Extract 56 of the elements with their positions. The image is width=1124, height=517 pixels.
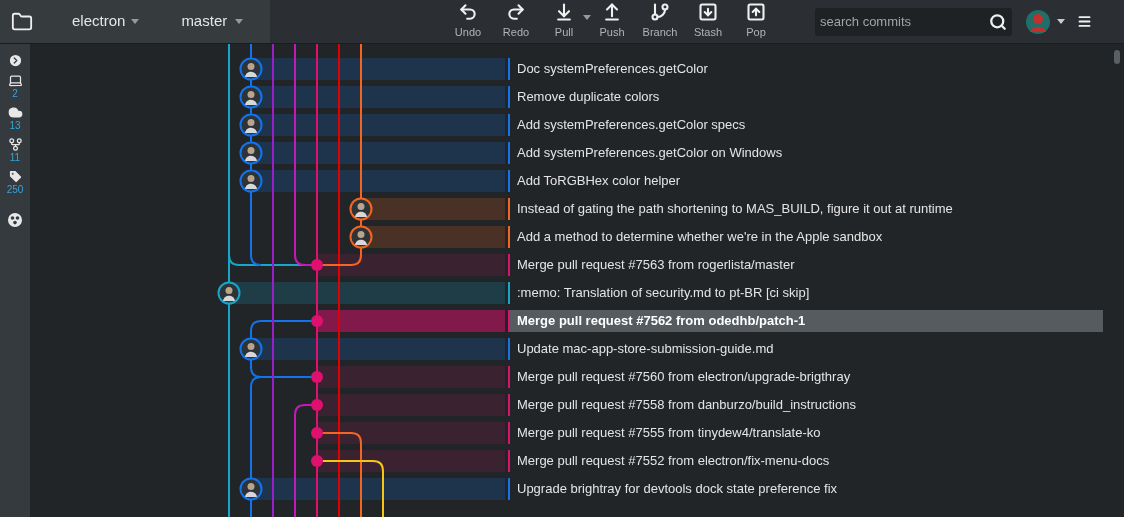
commit-message[interactable]: Merge pull request #7552 from electron/fix-menu-docs	[510, 450, 1103, 472]
toolbar-button[interactable]: Pull	[540, 1, 588, 42]
sidebar-item[interactable]: 250	[6, 169, 24, 196]
inbox-up-icon	[746, 2, 766, 23]
upload-icon	[602, 2, 622, 23]
commit-message[interactable]: Merge pull request #7558 from danburzo/build_instructions	[510, 394, 1103, 416]
repository-dropdown[interactable]: electron	[72, 10, 140, 33]
commit-message[interactable]: Instead of gating the path shortening to MAS_BUILD, figure it out at runtime	[510, 198, 1103, 220]
search-icon	[989, 12, 1007, 31]
search-field[interactable]: search commits	[815, 7, 1012, 36]
toolbar-button[interactable]: Redo	[492, 1, 540, 42]
branch-icon	[650, 2, 670, 23]
toolbar-button[interactable]: Pop	[732, 1, 780, 42]
commit-message[interactable]: :memo: Translation of security.md to pt-BR [ci skip]	[510, 282, 1103, 304]
commit-message[interactable]: Merge pull request #7555 from tinydew4/translate-ko	[510, 422, 1103, 444]
commit-message[interactable]: Add systemPreferences.getColor specs	[510, 114, 1103, 136]
toolbar-button[interactable]: Push	[588, 1, 636, 42]
toolbar-button[interactable]: Undo	[444, 1, 492, 42]
redo-icon	[506, 2, 526, 23]
inbox-down-icon	[698, 2, 718, 23]
caret-icon	[131, 19, 140, 24]
commit-message[interactable]: Merge pull request #7560 from electron/upgrade-brigthray	[510, 366, 1103, 388]
commit-message[interactable]: Doc systemPreferences.getColor	[510, 58, 1103, 80]
toolbar-button[interactable]: Stash	[684, 1, 732, 42]
menu-icon	[1077, 14, 1092, 29]
undo-icon	[458, 2, 478, 23]
commit-message[interactable]: Update mac-app-store-submission-guide.md	[510, 338, 1103, 360]
commit-message[interactable]: Merge pull request #7563 from rogerlista/master	[510, 254, 1103, 276]
sidebar-item[interactable]: 2	[7, 73, 23, 100]
commit-message[interactable]: Remove duplicate colors	[510, 86, 1103, 108]
download-icon	[554, 2, 574, 23]
profile-button[interactable]	[1025, 8, 1065, 35]
commit-message[interactable]: Add ToRGBHex color helper	[510, 170, 1103, 192]
branch-dropdown[interactable]: master	[181, 10, 244, 33]
sidebar-item[interactable]	[8, 213, 22, 227]
sidebar-item[interactable]: 13	[7, 105, 23, 132]
menu-button[interactable]	[1077, 14, 1092, 29]
tag-icon	[7, 169, 23, 184]
commit-message[interactable]: Upgrade brightray for devtools dock state preference fix	[510, 478, 1103, 500]
caret-icon	[235, 19, 244, 24]
commit-message[interactable]: Add a method to determine whether we're in the Apple sandbox	[510, 226, 1103, 248]
chevron-circle-icon	[7, 53, 23, 68]
dotted-circle-icon	[8, 213, 22, 227]
cloud-icon	[7, 105, 23, 120]
fork-icon	[7, 137, 23, 152]
toolbar-button[interactable]: Branch	[636, 1, 684, 42]
caret-icon	[1057, 19, 1065, 24]
laptop-icon	[7, 73, 23, 88]
avatar-icon	[1025, 8, 1051, 35]
folder-icon	[11, 10, 33, 33]
sidebar-item[interactable]	[7, 53, 23, 68]
commit-message[interactable]: Add systemPreferences.getColor on Windows	[510, 142, 1103, 164]
sidebar-item[interactable]: 11	[7, 137, 23, 164]
scrollbar-thumb[interactable]	[1114, 50, 1120, 64]
commit-message[interactable]: Merge pull request #7562 from odedhb/patch-1	[510, 310, 1103, 332]
caret-icon	[583, 14, 591, 20]
